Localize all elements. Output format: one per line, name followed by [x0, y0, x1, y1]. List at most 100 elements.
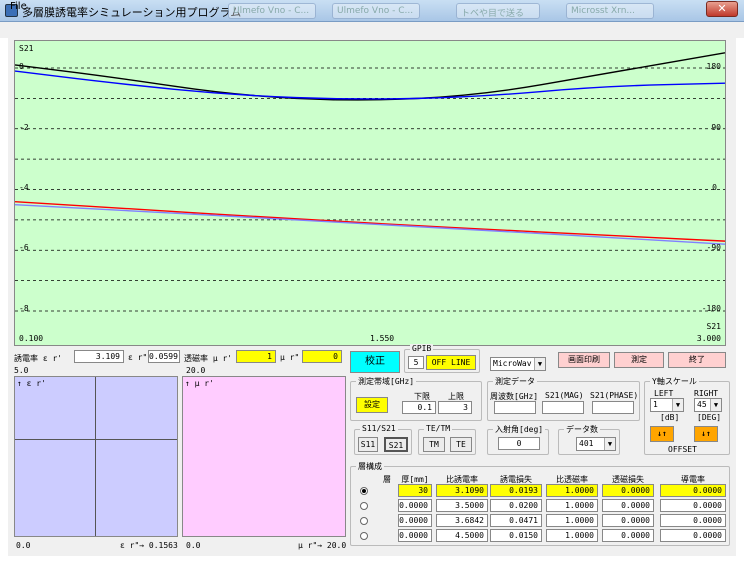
- s11s21-title: S11/S21: [360, 424, 398, 433]
- x-start-label: 0.100: [19, 334, 44, 343]
- layer-cell[interactable]: 0.0193: [490, 484, 542, 497]
- gpib-title: GPIB: [410, 344, 434, 353]
- layer-cell[interactable]: 30: [398, 484, 432, 497]
- right-tick-label: 90: [711, 123, 721, 132]
- layer-cell[interactable]: 0.0150: [490, 529, 542, 542]
- print-screen-button[interactable]: 画面印刷: [558, 352, 610, 368]
- measure-button[interactable]: 測定: [614, 352, 664, 368]
- layer-cell[interactable]: 0.0000: [660, 529, 726, 542]
- yscale-right-label: RIGHT: [694, 389, 719, 398]
- menu-bar: [0, 22, 744, 38]
- band-lower-field[interactable]: 0.1: [402, 401, 436, 414]
- yscale-left-select[interactable]: 1 ▼: [650, 398, 684, 412]
- layer-radio[interactable]: [360, 532, 368, 540]
- layer-cell[interactable]: 3.5000: [436, 499, 488, 512]
- mu-r2-field[interactable]: 0: [302, 350, 342, 363]
- x-mid-label: 1.550: [370, 334, 395, 343]
- yscale-left-label: LEFT: [654, 389, 674, 398]
- phase-field[interactable]: [592, 401, 634, 414]
- eps-axis-label: ↑ ε r': [17, 379, 46, 388]
- close-window-button[interactable]: ✕: [706, 1, 738, 17]
- band-set-button[interactable]: 設定: [356, 397, 388, 413]
- layer-cell[interactable]: 4.5000: [436, 529, 488, 542]
- layer-cell[interactable]: 0.0000: [602, 499, 654, 512]
- left-tick-label: -4: [19, 183, 29, 192]
- background-window-tab: Microsst Xrn...: [566, 3, 654, 19]
- series-line-2: [15, 200, 725, 242]
- right-offset-arrows-button[interactable]: ↓↑: [694, 426, 718, 442]
- mu-bottom-left: 0.0: [186, 541, 201, 550]
- eps-r-field[interactable]: 3.109: [74, 350, 124, 363]
- right-tick-label: -90: [706, 243, 721, 252]
- background-window-tab: Ulmefo Vno - C...: [228, 3, 316, 19]
- layer-cell[interactable]: 1.0000: [546, 499, 598, 512]
- te-button[interactable]: TE: [450, 437, 472, 452]
- eps-label: 誘電率 ε r': [14, 354, 63, 363]
- yscale-right-select[interactable]: 45 ▼: [694, 398, 722, 412]
- chevron-down-icon: ▼: [534, 358, 545, 370]
- s11-button[interactable]: S11: [358, 437, 378, 452]
- layer-cell[interactable]: 3.6842: [436, 514, 488, 527]
- layer-cell[interactable]: 0.0000: [602, 484, 654, 497]
- layer-cell[interactable]: 3.1090: [436, 484, 488, 497]
- window-title: 多層膜誘電率シミュレーション用プログラム: [22, 6, 242, 19]
- data-count-select[interactable]: 401 ▼: [576, 437, 616, 451]
- left-tick-label: -8: [19, 304, 29, 313]
- menu-file[interactable]: File: [10, 1, 27, 12]
- calibrate-button[interactable]: 校正: [350, 351, 400, 373]
- layer-cell[interactable]: 0.0000: [660, 484, 726, 497]
- left-tick-label: -2: [19, 123, 29, 132]
- mu-label: 透磁率 μ r': [184, 354, 233, 363]
- left-tick-label: 0: [19, 62, 24, 71]
- series-line-0: [15, 52, 725, 101]
- series-line-3: [15, 203, 725, 245]
- mu-r-field[interactable]: 1: [236, 350, 276, 363]
- x-end-label: 3.000: [696, 334, 721, 343]
- tm-button[interactable]: TM: [423, 437, 445, 452]
- layer-radio[interactable]: [360, 517, 368, 525]
- plot-s21-label: S21: [19, 44, 34, 53]
- layer-cell[interactable]: 1.0000: [546, 484, 598, 497]
- layer-cell[interactable]: 0.0000: [398, 499, 432, 512]
- data-count-title: データ数: [564, 424, 600, 435]
- angle-field[interactable]: 0: [498, 437, 540, 450]
- offline-button[interactable]: OFF LINE: [426, 355, 476, 370]
- exit-button[interactable]: 終了: [668, 352, 726, 368]
- band-title: 測定帯域[GHz]: [356, 376, 417, 387]
- layer-cell[interactable]: 0.0200: [490, 499, 542, 512]
- mag-field[interactable]: [542, 401, 584, 414]
- tetm-title: TE/TM: [424, 424, 453, 433]
- angle-title: 入射角[deg]: [493, 424, 546, 435]
- freq-field[interactable]: [494, 401, 536, 414]
- eps-r2-field[interactable]: 0.0599: [148, 350, 180, 363]
- layer-cell[interactable]: 0.0000: [660, 514, 726, 527]
- background-window-tab: Ulmefo Vno - C...: [332, 3, 420, 19]
- layers-title: 層構成: [356, 461, 384, 472]
- layer-cell[interactable]: 1.0000: [546, 514, 598, 527]
- gpib-address-field[interactable]: 5: [408, 356, 424, 369]
- layer-cell[interactable]: 0.0000: [660, 499, 726, 512]
- layer-radio[interactable]: [360, 487, 368, 495]
- layer-cell[interactable]: 0.0000: [602, 514, 654, 527]
- band-upper-field[interactable]: 3: [438, 401, 472, 414]
- yscale-title: Y軸スケール: [650, 376, 699, 387]
- eps-bottom-left: 0.0: [16, 541, 31, 550]
- layer-cell[interactable]: 0.0000: [398, 514, 432, 527]
- layer-cell[interactable]: 1.0000: [546, 529, 598, 542]
- eps-cole-plot: ↑ ε r': [14, 376, 178, 537]
- plot-canvas: [15, 52, 725, 312]
- background-window-tab: トベや目で送る: [456, 3, 540, 19]
- left-offset-arrows-button[interactable]: ↓↑: [650, 426, 674, 442]
- layer-cell[interactable]: 0.0000: [398, 529, 432, 542]
- s21-plot: S21 0 -2 -4 -6 -8 180 90 0 -90 -180 0.10…: [14, 40, 726, 346]
- device-select[interactable]: MicroWav ▼: [490, 357, 546, 371]
- layer-radio[interactable]: [360, 502, 368, 510]
- mu-r2-label: μ r": [280, 353, 300, 362]
- layer-cell[interactable]: 0.0471: [490, 514, 542, 527]
- s21-button[interactable]: S21: [384, 437, 408, 452]
- chevron-down-icon: ▼: [672, 399, 683, 411]
- phase-label: S21(PHASE): [590, 391, 639, 400]
- eps-r2-label: ε r": [128, 353, 148, 362]
- layer-cell[interactable]: 0.0000: [602, 529, 654, 542]
- right-tick-label: 0: [712, 183, 717, 192]
